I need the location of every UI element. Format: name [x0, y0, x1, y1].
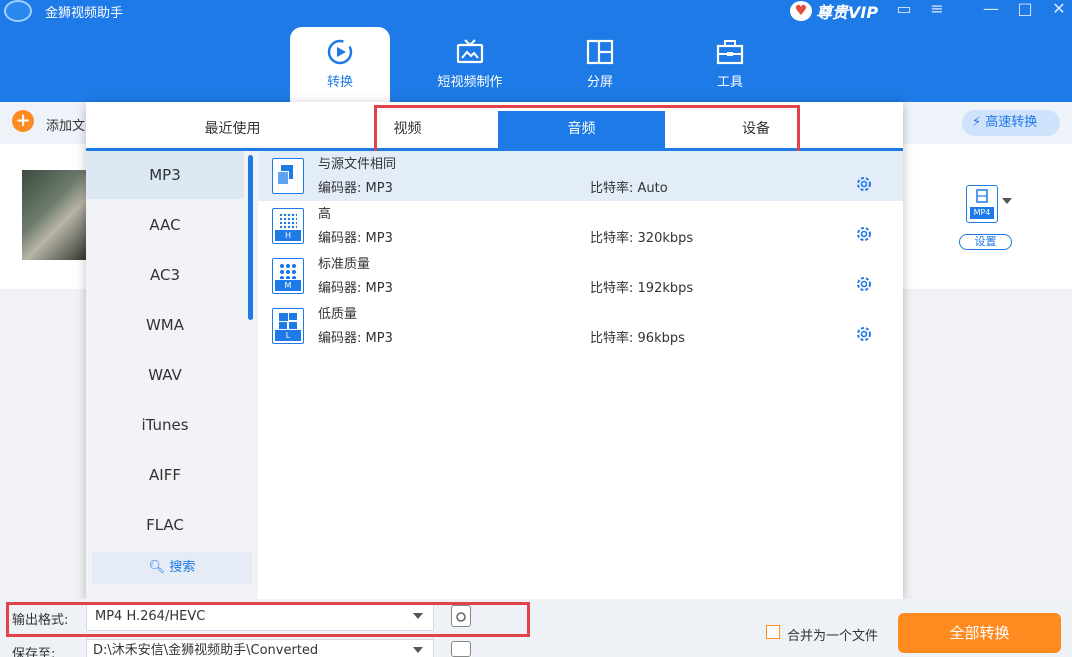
format-item-wma[interactable]: WMA: [86, 301, 244, 349]
chevron-down-icon[interactable]: [413, 647, 423, 653]
gear-icon[interactable]: [855, 175, 873, 193]
tab-tools[interactable]: 工具: [680, 27, 780, 102]
tab-split-screen[interactable]: 分屏: [550, 27, 650, 102]
quality-low-icon: L: [272, 308, 304, 344]
format-item-mp3[interactable]: MP3: [86, 151, 244, 199]
vip-badge[interactable]: ♥ 尊贵VIP: [790, 0, 878, 22]
preset-bitrate: 比特率: 320kbps: [590, 231, 694, 246]
preset-row[interactable]: L 低质量 编码器: MP3 比特率: 96kbps: [258, 301, 903, 351]
tab-recent[interactable]: 最近使用: [150, 111, 315, 148]
output-format-icon[interactable]: MP4: [966, 185, 998, 223]
quality-high-icon: H: [272, 208, 304, 244]
format-item-itunes[interactable]: iTunes: [86, 401, 244, 449]
message-icon[interactable]: ▭: [891, 0, 917, 20]
preset-name: 标准质量: [318, 257, 371, 272]
search-label: 搜索: [169, 560, 196, 575]
tab-label: 分屏: [586, 75, 613, 90]
add-file-icon[interactable]: +: [12, 110, 34, 132]
format-item-aac[interactable]: AAC: [86, 201, 244, 249]
fast-convert-label: 高速转换: [985, 115, 1038, 130]
gear-icon[interactable]: [855, 275, 873, 293]
tab-short-video[interactable]: 短视频制作: [420, 27, 520, 102]
convert-icon: [327, 39, 353, 65]
format-item-wav[interactable]: WAV: [86, 351, 244, 399]
preset-codec: 编码器: MP3: [318, 281, 393, 296]
tab-label: 短视频制作: [437, 75, 503, 90]
preset-codec: 编码器: MP3: [318, 231, 393, 246]
close-icon[interactable]: ✕: [1046, 0, 1072, 20]
preset-bitrate: 比特率: Auto: [590, 181, 668, 196]
preset-bitrate: 比特率: 96kbps: [590, 331, 685, 346]
highlight-output-format: [6, 602, 530, 637]
save-path-value: D:\沐禾安信\金狮视频助手\Converted: [93, 643, 319, 657]
toolbox-icon: [716, 40, 744, 65]
gear-icon[interactable]: [855, 325, 873, 343]
search-icon: 🔍︎: [148, 560, 166, 575]
preset-row[interactable]: H 高 编码器: MP3 比特率: 320kbps: [258, 201, 903, 251]
merge-checkbox[interactable]: [766, 625, 780, 639]
tv-icon: [456, 39, 484, 64]
app-title: 金狮视频助手: [45, 6, 124, 21]
convert-all-button[interactable]: 全部转换: [898, 613, 1061, 653]
split-screen-icon: [586, 39, 614, 65]
video-thumbnail[interactable]: [22, 170, 88, 260]
minimize-icon[interactable]: —: [978, 0, 1004, 20]
format-list-scrollbar[interactable]: [248, 155, 253, 320]
quality-medium-icon: M: [272, 258, 304, 294]
fast-convert-button[interactable]: ⚡ 高速转换: [962, 110, 1060, 136]
format-item-ac3[interactable]: AC3: [86, 251, 244, 299]
search-button[interactable]: 🔍︎ 搜索: [92, 552, 252, 584]
save-path-field[interactable]: D:\沐禾安信\金狮视频助手\Converted: [86, 639, 434, 657]
film-icon: [976, 189, 988, 203]
preset-name: 低质量: [318, 307, 358, 322]
menu-icon[interactable]: ≡: [924, 0, 950, 20]
same-as-source-icon: [272, 158, 304, 194]
maximize-icon[interactable]: □: [1012, 0, 1038, 20]
save-to-label: 保存至:: [12, 647, 56, 657]
format-item-flac[interactable]: FLAC: [86, 501, 244, 549]
file-settings-button[interactable]: 设置: [959, 234, 1012, 250]
format-badge: MP4: [970, 207, 994, 219]
preset-bitrate: 比特率: 192kbps: [590, 281, 694, 296]
preset-codec: 编码器: MP3: [318, 331, 393, 346]
preset-row[interactable]: 与源文件相同 编码器: MP3 比特率: Auto: [258, 151, 903, 201]
tab-convert[interactable]: 转换: [290, 27, 390, 102]
gear-icon[interactable]: [855, 225, 873, 243]
folder-icon[interactable]: [451, 641, 471, 657]
format-item-aiff[interactable]: AIFF: [86, 451, 244, 499]
merge-label[interactable]: 合并为一个文件: [787, 625, 878, 644]
preset-name: 与源文件相同: [318, 157, 397, 172]
chevron-down-icon[interactable]: [1002, 198, 1012, 204]
vip-heart-icon: ♥: [790, 1, 812, 21]
app-logo-icon: [4, 0, 32, 22]
vip-label: 尊贵VIP: [816, 3, 879, 22]
preset-codec: 编码器: MP3: [318, 181, 393, 196]
preset-row[interactable]: M 标准质量 编码器: MP3 比特率: 192kbps: [258, 251, 903, 301]
tab-label: 工具: [716, 75, 743, 90]
preset-name: 高: [318, 207, 332, 222]
tab-label: 转换: [326, 75, 353, 90]
add-file-label[interactable]: 添加文: [46, 115, 85, 134]
lightning-icon: ⚡: [972, 115, 982, 130]
